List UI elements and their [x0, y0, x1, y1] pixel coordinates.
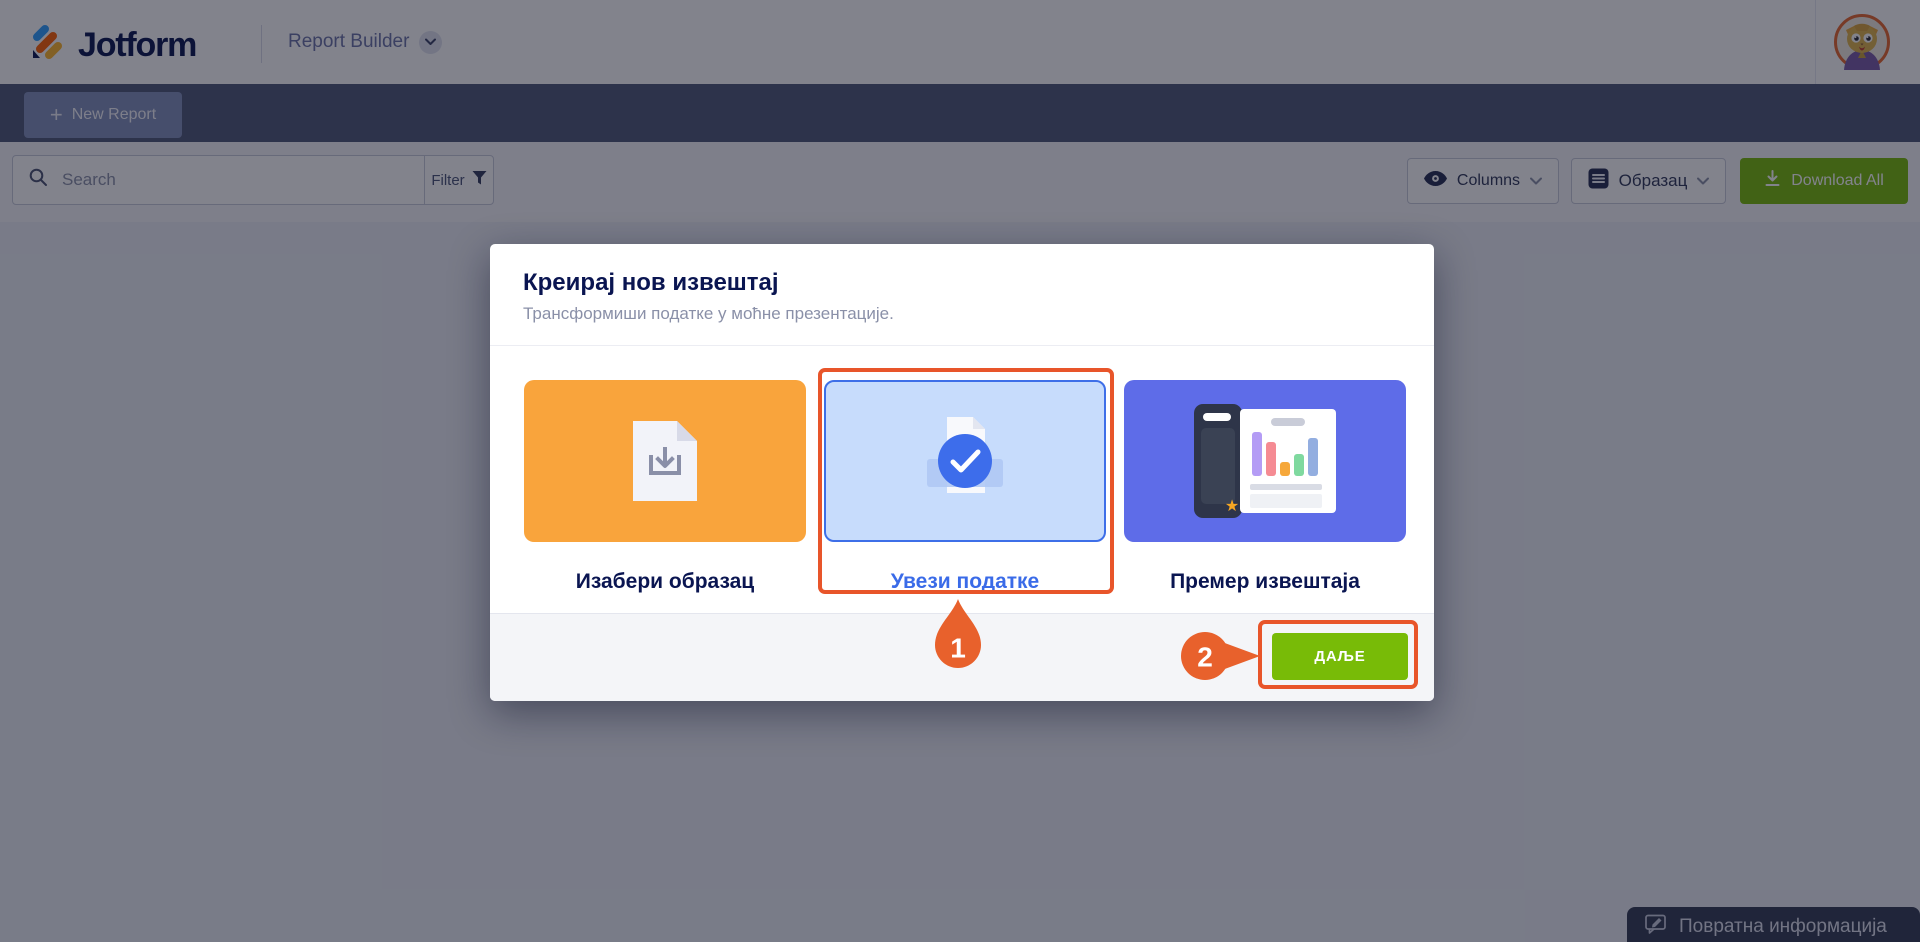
import-data-label: Увези податке: [890, 570, 1040, 593]
modal-footer: ДАЉЕ: [490, 613, 1434, 701]
modal-subtitle: Трансформиши податке у моћне презентациј…: [523, 304, 894, 323]
sample-report-label: Премер извештаја: [1170, 570, 1360, 593]
option-choose-form[interactable]: Изабери образац: [524, 380, 806, 594]
sample-report-card[interactable]: ★: [1124, 380, 1406, 542]
choose-form-card[interactable]: [524, 380, 806, 542]
import-data-card[interactable]: [824, 380, 1106, 542]
modal-header: Креирај нов извештај Трансформиши податк…: [490, 244, 1434, 346]
next-button[interactable]: ДАЉЕ: [1272, 633, 1408, 680]
report-builder-screen: Jotform Report Builder: [0, 0, 1920, 942]
report-type-options: Изабери образац Увези податке ★ Премер и…: [524, 380, 1406, 594]
import-data-check-icon: [927, 417, 1003, 493]
choose-form-label: Изабери образац: [575, 570, 755, 593]
star-icon: ★: [1225, 498, 1239, 515]
sample-report-icon: ★: [1194, 404, 1336, 518]
form-download-icon: [633, 421, 697, 501]
create-report-modal: Креирај нов извештај Трансформиши податк…: [490, 244, 1434, 701]
modal-body: Изабери образац Увези податке ★ Премер и…: [490, 346, 1434, 612]
option-import-data[interactable]: Увези податке: [824, 380, 1106, 594]
modal-title: Креирај нов извештај: [523, 269, 779, 296]
option-sample-report[interactable]: ★ Премер извештаја: [1124, 380, 1406, 594]
